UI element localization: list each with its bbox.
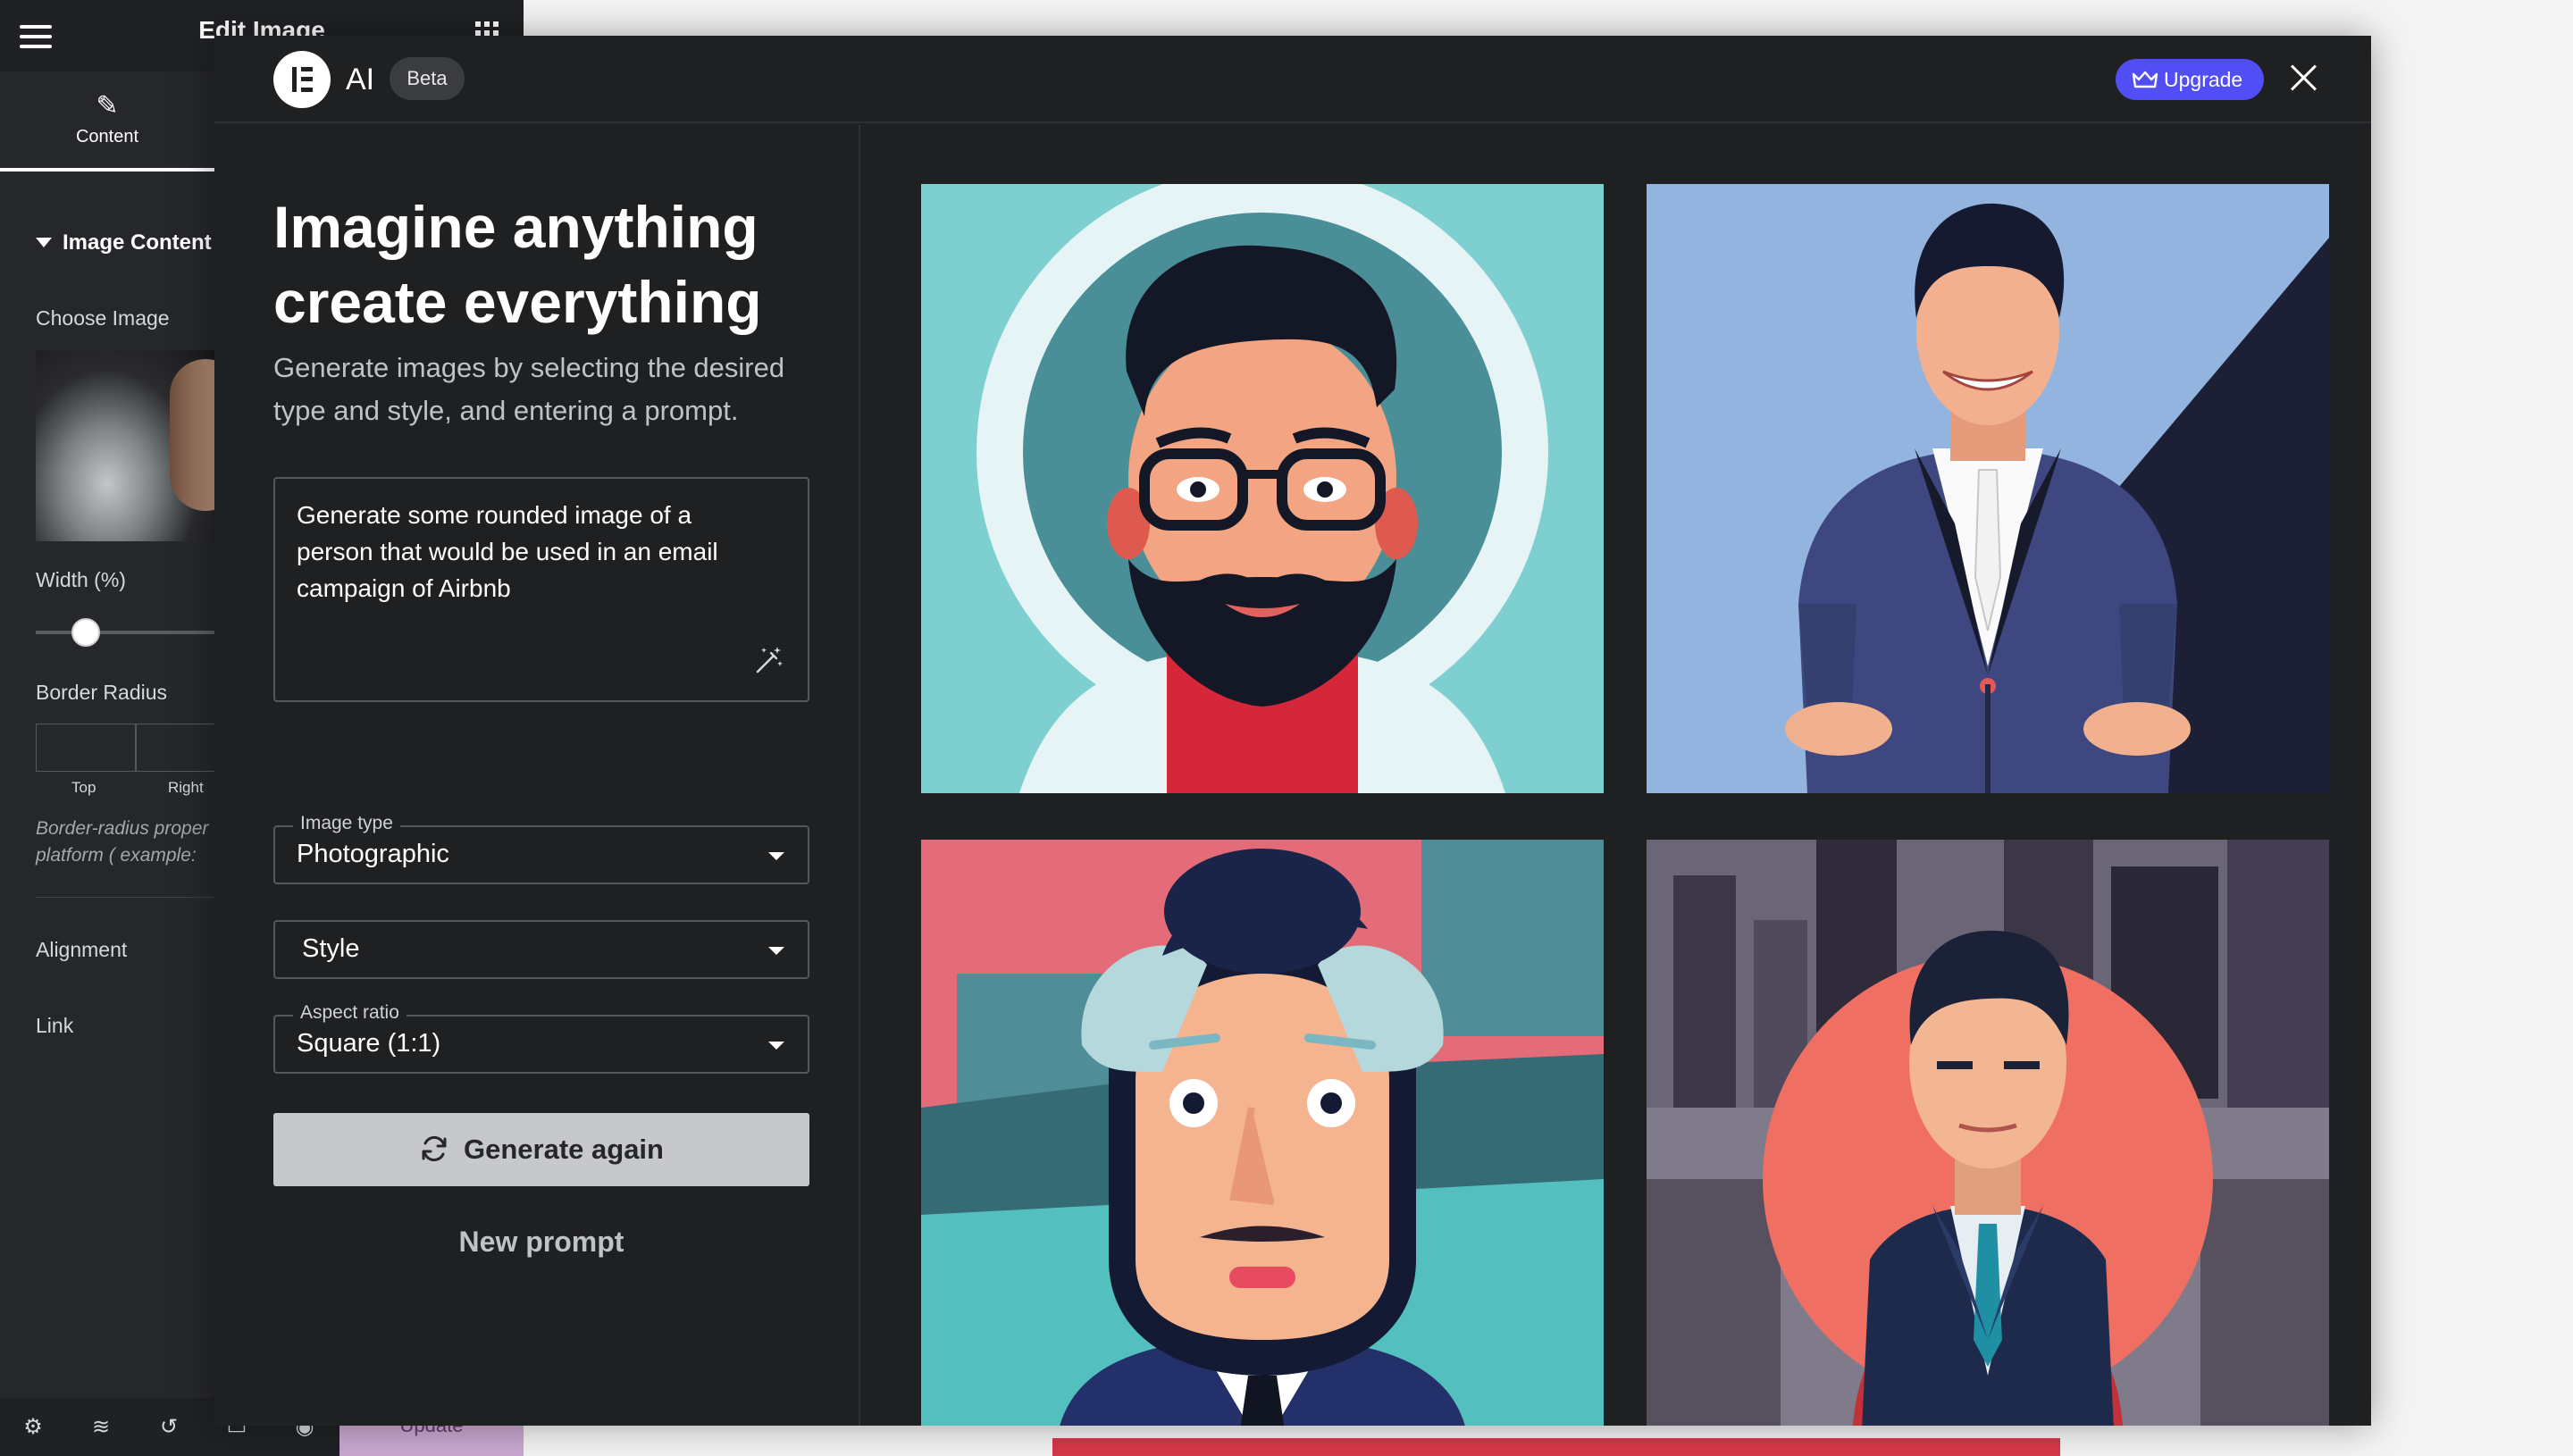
choose-image-label: Choose Image — [36, 306, 170, 330]
description-text: Generate images by selecting the desired… — [273, 352, 785, 426]
image-type-label: Image type — [293, 813, 400, 834]
prompt-text[interactable]: Generate some rounded image of a person … — [297, 497, 761, 607]
aspect-ratio-select[interactable]: Aspect ratio Square (1:1) — [273, 1002, 809, 1074]
magic-wand-icon[interactable] — [754, 645, 784, 675]
radius-top-label: Top — [71, 779, 96, 796]
link-label[interactable]: Link — [36, 1014, 73, 1038]
modal-header: AI Beta Upgrade — [214, 36, 2371, 123]
alignment-label[interactable]: Alignment — [36, 938, 127, 962]
width-slider-track[interactable] — [36, 631, 214, 634]
tab-content[interactable]: ✎ Content — [0, 71, 214, 172]
image-type-select[interactable]: Image type Photographic — [273, 813, 809, 884]
chevron-down-icon — [768, 1042, 784, 1050]
image-type-value: Photographic — [297, 840, 449, 868]
width-label: Width (%) — [36, 568, 126, 591]
aspect-ratio-value: Square (1:1) — [297, 1029, 441, 1058]
close-icon[interactable] — [2289, 63, 2319, 93]
radius-top-input[interactable] — [36, 724, 136, 772]
ai-image-modal: AI Beta Upgrade Imagine anything create … — [214, 36, 2371, 1426]
history-icon[interactable]: ↺ — [157, 1416, 180, 1439]
headline-line: create everything — [273, 269, 762, 335]
image-thumbnail[interactable] — [36, 350, 214, 541]
divider — [36, 897, 214, 898]
border-radius-note: platform ( example: — [36, 845, 197, 866]
upgrade-label: Upgrade — [2164, 68, 2243, 91]
new-prompt-button[interactable]: New prompt — [273, 1226, 809, 1259]
refresh-icon — [422, 1135, 447, 1161]
generated-images-grid — [862, 125, 2371, 1426]
chevron-down-icon — [768, 947, 784, 955]
headline-line: Imagine anything — [273, 194, 758, 260]
gear-icon[interactable]: ⚙ — [21, 1416, 45, 1439]
modal-title: AI — [346, 63, 375, 96]
chevron-down-icon — [768, 852, 784, 860]
layers-icon[interactable]: ≋ — [89, 1416, 113, 1439]
generated-image[interactable] — [921, 184, 1604, 793]
generate-again-label: Generate again — [464, 1134, 664, 1165]
caret-down-icon[interactable] — [36, 238, 52, 247]
headline: Imagine anything create everything — [273, 189, 827, 339]
prompt-textarea[interactable]: Generate some rounded image of a person … — [273, 477, 809, 702]
generated-image[interactable] — [1647, 840, 2329, 1426]
generated-image[interactable] — [1647, 184, 2329, 793]
canvas-element — [1052, 1438, 2060, 1456]
radius-right-input[interactable] — [136, 724, 225, 772]
border-radius-label: Border Radius — [36, 681, 168, 704]
beta-badge: Beta — [390, 57, 465, 100]
style-select[interactable]: Style — [273, 920, 809, 979]
aspect-ratio-label: Aspect ratio — [293, 1002, 406, 1024]
section-title[interactable]: Image Content — [63, 230, 212, 255]
crown-icon — [2132, 71, 2158, 88]
elementor-logo-icon — [273, 51, 331, 108]
border-radius-note: Border-radius proper — [36, 818, 209, 839]
style-value: Style — [302, 934, 360, 963]
prompt-panel: Imagine anything create everything Gener… — [214, 125, 860, 1426]
radius-right-label: Right — [168, 779, 204, 796]
tab-content-label: Content — [75, 127, 139, 146]
generate-again-button[interactable]: Generate again — [273, 1113, 809, 1186]
upgrade-button[interactable]: Upgrade — [2116, 59, 2264, 100]
generated-image[interactable] — [921, 840, 1604, 1426]
width-slider-handle[interactable] — [71, 618, 100, 647]
pencil-icon: ✎ — [96, 91, 119, 121]
